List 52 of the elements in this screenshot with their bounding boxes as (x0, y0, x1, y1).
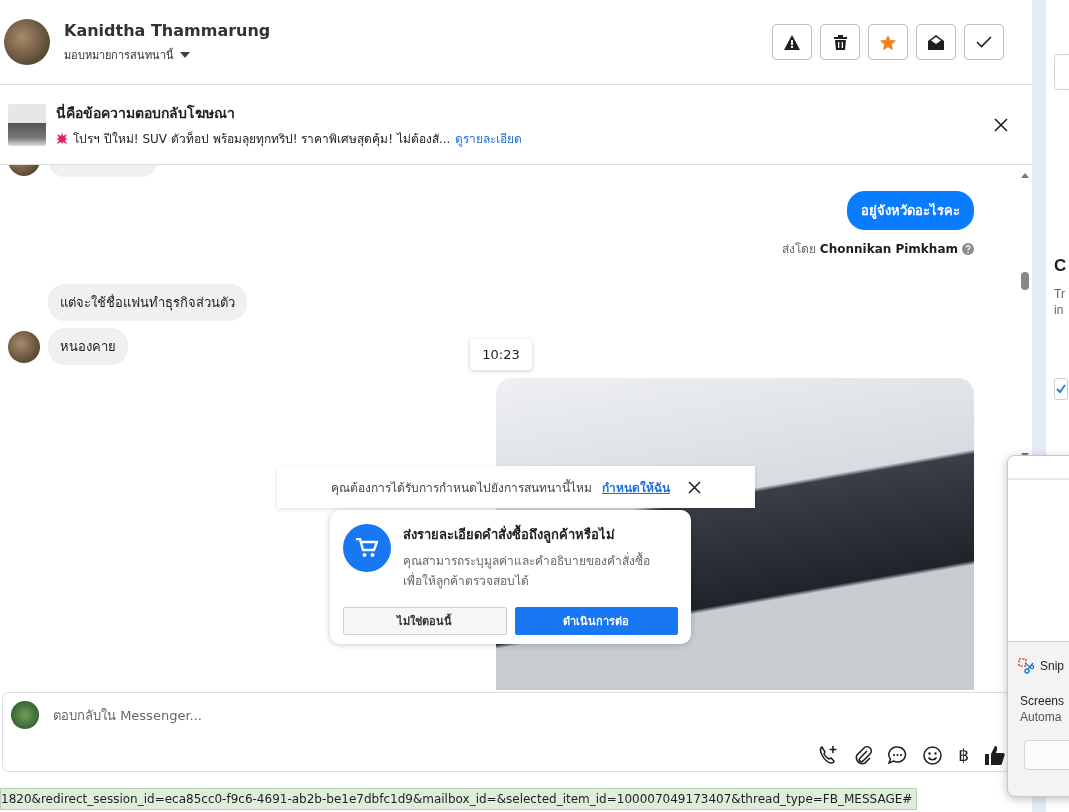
cart-icon (343, 524, 391, 572)
envelope-icon (928, 34, 944, 50)
close-button[interactable] (994, 117, 1008, 132)
assign-prompt-text: คุณต้องการได้รับการกำหนดไปยังการสนทนานี้ไหม (331, 478, 592, 497)
trash-button[interactable] (820, 24, 860, 60)
order-prompt-text: คุณสามารถระบุมูลค่าและคำอธิบายของคำสั่งซื้อเพื่อให้ลูกค้าตรวจสอบได้ (403, 551, 651, 591)
app-name: Snip (1040, 659, 1065, 673)
check-icon (1056, 384, 1066, 394)
notification-title: Screens (1019, 693, 1066, 708)
notification-text: Automa (1019, 709, 1063, 724)
help-icon[interactable] (962, 242, 974, 255)
ad-text: โปรฯ ปีใหม่! SUV ตัวท็อป พร้อมลุยทุกทริป! ราคาพิเศษสุดคุ้ม! ไม่ต้องสั... (73, 130, 451, 148)
side-text: in (1054, 302, 1065, 318)
order-prompt-title: ส่งรายละเอียดคำสั่งซื้อถึงลูกค้าหรือไม่ (403, 524, 668, 545)
caret-icon (180, 51, 190, 58)
message-bubble: หนองคาย (48, 328, 128, 365)
unread-button[interactable] (916, 24, 956, 60)
burst-icon (56, 132, 68, 144)
ad-reply-title: นี่คือข้อความตอบกลับโฆษณา (56, 102, 236, 123)
message-bubble: อยู่จังหวัดอะไรคะ (847, 191, 974, 230)
warning-icon (784, 34, 800, 50)
thumbs-up-icon[interactable] (985, 745, 1005, 765)
avatar (8, 330, 40, 363)
trash-icon (833, 34, 847, 50)
check-icon (976, 36, 992, 48)
spam-button[interactable] (772, 24, 812, 60)
avatar (4, 19, 50, 65)
status-url: 1820&redirect_session_id=eca85cc0-f9c6-4691-ab2b-be1e7dbfc1d9&mailbox_id=&selected_item_id=100007049173407&thread_type=FB_MESSAGE# (0, 788, 918, 810)
details-link[interactable]: ดูรายละเอียด (455, 128, 523, 148)
side-text: Tr (1054, 286, 1066, 302)
timestamp: 10:23 (470, 339, 532, 370)
assign-to-me-link[interactable]: กำหนดให้ฉัน (602, 477, 670, 497)
done-button[interactable] (964, 24, 1004, 60)
paperclip-icon[interactable] (854, 745, 873, 765)
page-avatar (11, 701, 39, 729)
screenshot-thumbnail[interactable] (1008, 456, 1069, 642)
scissors-icon (1018, 658, 1034, 674)
smiley-icon[interactable] (923, 745, 943, 765)
baht-button[interactable]: ฿ (958, 745, 969, 765)
phone-plus-icon[interactable] (818, 745, 839, 765)
message-bubble: แต่จะใช้ชื่อแฟนทำธุรกิจส่วนตัว (48, 284, 247, 321)
ad-thumbnail (8, 103, 46, 146)
speech-bubble-icon[interactable] (888, 745, 908, 765)
assign-dropdown[interactable]: มอบหมายการสนทนานี้ (64, 45, 271, 64)
continue-button[interactable]: ดำเนินการต่อ (514, 607, 678, 635)
not-now-button[interactable]: ไม่ใช่ตอนนี้ (343, 607, 507, 635)
contact-name: Kanidtha Thammarung (64, 20, 271, 40)
sender-label: ส่งโดย Chonnikan Pimkham (782, 241, 958, 258)
side-heading: C (1054, 256, 1068, 276)
close-button[interactable] (688, 480, 701, 494)
side-checkbox[interactable] (1054, 378, 1068, 400)
star-button[interactable] (868, 24, 908, 60)
